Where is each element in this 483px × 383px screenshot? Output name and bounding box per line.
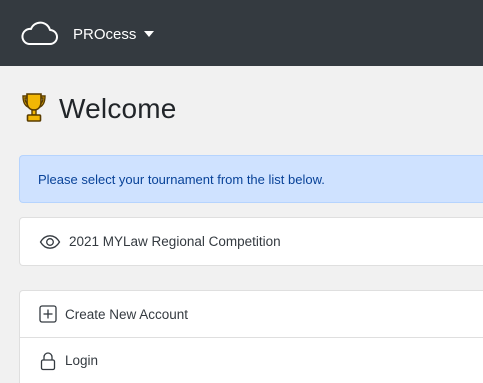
alert-text: Please select your tournament from the l…	[38, 171, 325, 187]
plus-square-icon	[39, 305, 57, 323]
account-actions: Create New Account Login	[19, 290, 483, 383]
cloud-icon[interactable]	[19, 18, 59, 48]
tournament-name: 2021 MYLaw Regional Competition	[69, 234, 281, 249]
create-account-button[interactable]: Create New Account	[20, 291, 483, 337]
login-label: Login	[65, 353, 99, 368]
page-title: Welcome	[59, 93, 177, 124]
lock-icon	[40, 351, 56, 370]
tournament-item[interactable]: 2021 MYLaw Regional Competition	[20, 218, 483, 265]
trophy-icon	[22, 93, 46, 122]
eye-icon	[39, 234, 61, 249]
navbar: PROcess	[0, 0, 483, 66]
caret-down-icon	[144, 31, 155, 37]
login-button[interactable]: Login	[20, 337, 483, 383]
page-heading: Welcome	[20, 91, 177, 125]
create-account-label: Create New Account	[65, 306, 189, 322]
brand-label: PROcess	[73, 25, 137, 43]
info-alert: Please select your tournament from the l…	[19, 155, 483, 203]
tournament-list: 2021 MYLaw Regional Competition	[19, 217, 483, 266]
process-menu-dropdown[interactable]: PROcess	[73, 25, 155, 43]
